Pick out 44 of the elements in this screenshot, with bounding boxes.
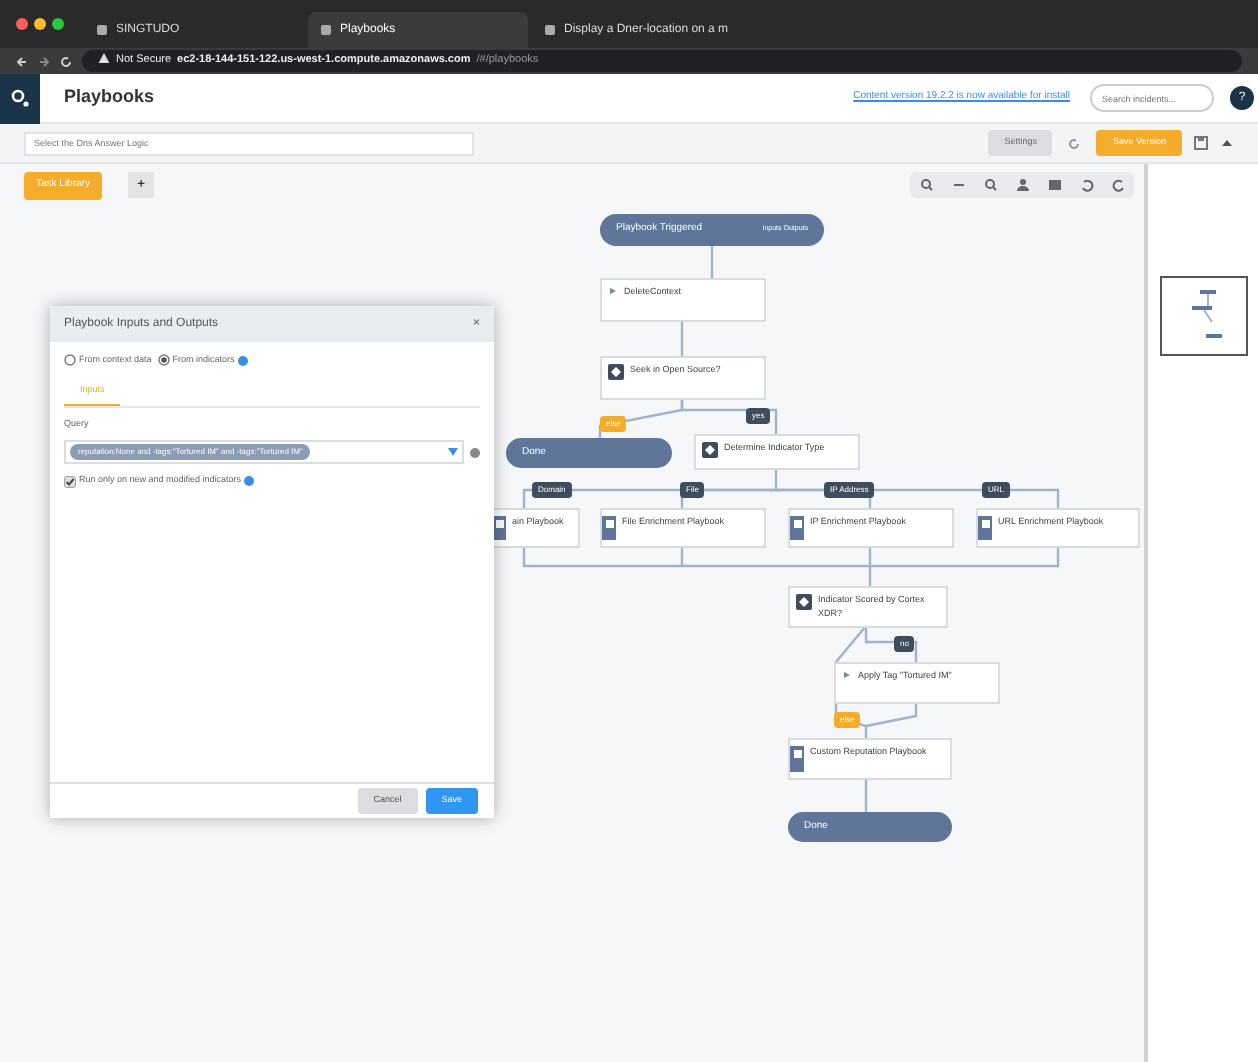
play-icon (608, 286, 618, 296)
redo-icon[interactable] (1111, 178, 1125, 192)
condition-icon (796, 594, 812, 610)
condition-icon (608, 364, 624, 380)
condition-icon (702, 442, 718, 458)
window-control-dot[interactable] (52, 18, 64, 30)
checkbox[interactable] (64, 475, 76, 488)
reload-icon[interactable] (60, 55, 72, 67)
minimap[interactable] (1160, 276, 1248, 356)
caret-icon[interactable] (448, 448, 458, 457)
window-control-dot[interactable] (16, 18, 28, 30)
image-icon[interactable] (1047, 178, 1061, 192)
undo-icon[interactable] (1068, 137, 1081, 149)
window-control-dot[interactable] (34, 18, 46, 30)
connector-line (680, 322, 684, 356)
page-icon (320, 24, 332, 36)
forward-icon[interactable] (38, 55, 50, 67)
undo-icon[interactable] (1079, 178, 1093, 192)
book-icon (981, 520, 989, 528)
radio-button[interactable] (64, 354, 76, 367)
zoom-out-icon[interactable] (983, 178, 997, 192)
gear-icon (10, 88, 30, 108)
connector-line (710, 246, 714, 278)
play-icon (842, 670, 852, 680)
radio-button[interactable] (157, 354, 170, 367)
zoom-in-icon[interactable] (919, 178, 933, 192)
caret-icon[interactable] (1220, 136, 1234, 150)
page-title: Playbooks (64, 84, 155, 111)
save-icon[interactable] (1194, 136, 1208, 150)
warning-icon (98, 52, 110, 65)
book-icon (605, 520, 613, 528)
connector-line (680, 396, 778, 434)
page-icon (96, 24, 108, 36)
info-icon (237, 355, 248, 366)
book-icon (793, 520, 801, 528)
minus-icon[interactable] (951, 178, 965, 192)
page-icon (544, 24, 556, 36)
connector-line (864, 778, 868, 812)
remove-icon[interactable] (470, 447, 480, 458)
app-logo[interactable] (0, 73, 40, 123)
info-icon (244, 476, 255, 487)
person-icon[interactable] (1015, 178, 1029, 192)
book-icon (793, 750, 801, 758)
back-icon[interactable] (16, 55, 28, 67)
